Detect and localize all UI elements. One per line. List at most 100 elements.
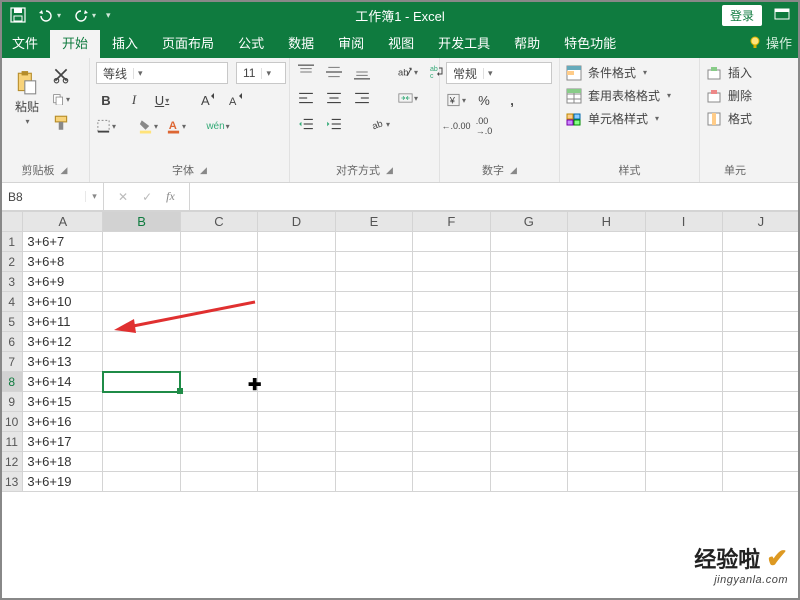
delete-cells-button[interactable]: 删除 xyxy=(706,87,752,104)
align-dialog-icon[interactable]: ◢ xyxy=(386,165,393,176)
cell-F13[interactable] xyxy=(413,472,490,492)
cell-E8[interactable] xyxy=(335,372,412,392)
cell-A6[interactable]: 3+6+12 xyxy=(23,332,103,352)
accounting-button[interactable]: ¥▾ xyxy=(446,90,466,110)
cell-D3[interactable] xyxy=(258,272,335,292)
cell-J5[interactable] xyxy=(722,312,799,332)
format-painter-icon[interactable] xyxy=(52,114,70,132)
tab-special[interactable]: 特色功能 xyxy=(552,28,628,58)
phonetic-button[interactable]: wén▾ xyxy=(208,116,228,136)
save-icon[interactable] xyxy=(10,7,26,23)
cell-C10[interactable] xyxy=(180,412,257,432)
cell-G6[interactable] xyxy=(490,332,568,352)
row-header-4[interactable]: 4 xyxy=(1,292,23,312)
cell-H5[interactable] xyxy=(568,312,645,332)
copy-icon[interactable]: ▾ xyxy=(52,90,70,108)
cell-F9[interactable] xyxy=(413,392,490,412)
cell-E6[interactable] xyxy=(335,332,412,352)
cell-G9[interactable] xyxy=(490,392,568,412)
cell-J13[interactable] xyxy=(722,472,799,492)
cell-I8[interactable] xyxy=(645,372,722,392)
cell-H10[interactable] xyxy=(568,412,645,432)
comma-button[interactable]: , xyxy=(502,90,522,110)
col-header-B[interactable]: B xyxy=(103,212,180,232)
cell-D13[interactable] xyxy=(258,472,335,492)
cell-H8[interactable] xyxy=(568,372,645,392)
tab-help[interactable]: 帮助 xyxy=(502,28,552,58)
decrease-font-icon[interactable]: A xyxy=(226,90,246,110)
cell-J6[interactable] xyxy=(722,332,799,352)
tab-dev[interactable]: 开发工具 xyxy=(426,28,502,58)
row-header-1[interactable]: 1 xyxy=(1,232,23,252)
cell-E5[interactable] xyxy=(335,312,412,332)
decrease-indent-icon[interactable] xyxy=(296,114,316,134)
cell-G4[interactable] xyxy=(490,292,568,312)
cell-C6[interactable] xyxy=(180,332,257,352)
cell-I9[interactable] xyxy=(645,392,722,412)
cell-B4[interactable] xyxy=(103,292,180,312)
cell-A2[interactable]: 3+6+8 xyxy=(23,252,103,272)
cell-E7[interactable] xyxy=(335,352,412,372)
increase-indent-icon[interactable] xyxy=(324,114,344,134)
cell-I12[interactable] xyxy=(645,452,722,472)
tab-layout[interactable]: 页面布局 xyxy=(150,28,226,58)
cell-A5[interactable]: 3+6+11 xyxy=(23,312,103,332)
cell-E9[interactable] xyxy=(335,392,412,412)
cell-I10[interactable] xyxy=(645,412,722,432)
cell-H6[interactable] xyxy=(568,332,645,352)
cell-A11[interactable]: 3+6+17 xyxy=(23,432,103,452)
cell-D10[interactable] xyxy=(258,412,335,432)
row-header-11[interactable]: 11 xyxy=(1,432,23,452)
cell-G11[interactable] xyxy=(490,432,568,452)
tab-home[interactable]: 开始 xyxy=(50,28,100,58)
cell-I4[interactable] xyxy=(645,292,722,312)
cell-A13[interactable]: 3+6+19 xyxy=(23,472,103,492)
cell-A10[interactable]: 3+6+16 xyxy=(23,412,103,432)
cell-I1[interactable] xyxy=(645,232,722,252)
cell-C7[interactable] xyxy=(180,352,257,372)
fx-icon[interactable]: fx xyxy=(166,189,175,204)
cell-H3[interactable] xyxy=(568,272,645,292)
name-box[interactable]: B8 ▾ xyxy=(0,183,104,210)
cell-D2[interactable] xyxy=(258,252,335,272)
row-header-9[interactable]: 9 xyxy=(1,392,23,412)
cell-A7[interactable]: 3+6+13 xyxy=(23,352,103,372)
cell-D7[interactable] xyxy=(258,352,335,372)
cell-F11[interactable] xyxy=(413,432,490,452)
col-header-D[interactable]: D xyxy=(258,212,335,232)
cell-F7[interactable] xyxy=(413,352,490,372)
cell-D11[interactable] xyxy=(258,432,335,452)
decrease-decimal-icon[interactable]: .00→.0 xyxy=(474,116,494,136)
cell-C3[interactable] xyxy=(180,272,257,292)
cell-I2[interactable] xyxy=(645,252,722,272)
tab-file[interactable]: 文件 xyxy=(0,28,50,58)
cell-B6[interactable] xyxy=(103,332,180,352)
col-header-A[interactable]: A xyxy=(23,212,103,232)
cell-B8[interactable] xyxy=(103,372,180,392)
align-middle-icon[interactable] xyxy=(324,62,344,82)
cell-A9[interactable]: 3+6+15 xyxy=(23,392,103,412)
cell-J2[interactable] xyxy=(722,252,799,272)
row-header-8[interactable]: 8 xyxy=(1,372,23,392)
cell-F8[interactable] xyxy=(413,372,490,392)
cell-J4[interactable] xyxy=(722,292,799,312)
increase-font-icon[interactable]: A xyxy=(198,90,218,110)
cell-B2[interactable] xyxy=(103,252,180,272)
cell-D9[interactable] xyxy=(258,392,335,412)
cell-I7[interactable] xyxy=(645,352,722,372)
row-header-10[interactable]: 10 xyxy=(1,412,23,432)
cell-E10[interactable] xyxy=(335,412,412,432)
col-header-C[interactable]: C xyxy=(180,212,257,232)
cell-E1[interactable] xyxy=(335,232,412,252)
cell-E3[interactable] xyxy=(335,272,412,292)
cell-G2[interactable] xyxy=(490,252,568,272)
cell-styles-button[interactable]: 单元格样式▾ xyxy=(566,110,671,127)
cell-B9[interactable] xyxy=(103,392,180,412)
cell-G5[interactable] xyxy=(490,312,568,332)
insert-cells-button[interactable]: 插入 xyxy=(706,64,752,81)
cell-J7[interactable] xyxy=(722,352,799,372)
cell-D6[interactable] xyxy=(258,332,335,352)
cell-J9[interactable] xyxy=(722,392,799,412)
cell-E13[interactable] xyxy=(335,472,412,492)
font-dialog-icon[interactable]: ◢ xyxy=(200,165,207,176)
